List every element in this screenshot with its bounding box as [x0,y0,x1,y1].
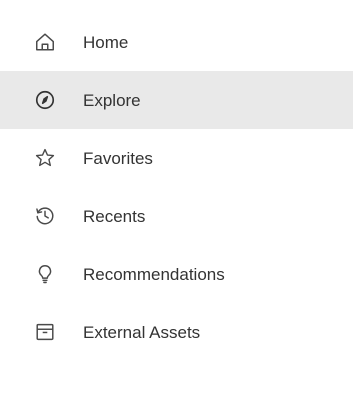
sidebar-navigation: Home Explore Favorites Recents Recommend… [0,0,353,400]
history-icon [34,205,56,227]
sidebar-item-explore[interactable]: Explore [0,71,353,129]
archive-box-icon [34,321,56,343]
star-icon [34,147,56,169]
sidebar-item-recents[interactable]: Recents [0,187,353,245]
sidebar-menu: Home Explore Favorites Recents Recommend… [0,13,353,361]
sidebar-item-recommendations[interactable]: Recommendations [0,245,353,303]
sidebar-item-external-assets[interactable]: External Assets [0,303,353,361]
lightbulb-icon [34,263,56,285]
sidebar-item-label: External Assets [83,322,201,342]
home-icon [34,31,56,53]
sidebar-item-favorites[interactable]: Favorites [0,129,353,187]
sidebar-item-label: Explore [83,90,141,110]
sidebar-item-label: Favorites [83,148,153,168]
sidebar-item-label: Recents [83,206,146,226]
sidebar-item-label: Home [83,32,129,52]
compass-icon [34,89,56,111]
sidebar-item-label: Recommendations [83,264,225,284]
sidebar-item-home[interactable]: Home [0,13,353,71]
